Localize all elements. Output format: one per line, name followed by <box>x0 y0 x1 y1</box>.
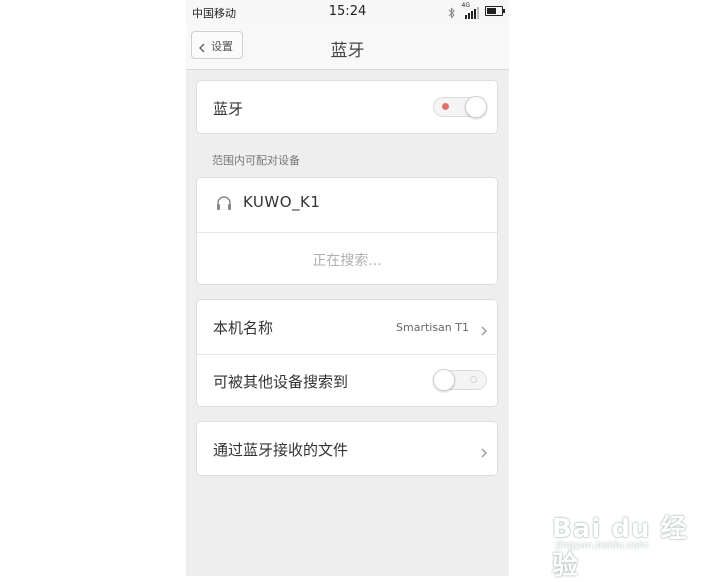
pairable-devices-card: KUWO_K1 正在搜索... <box>196 177 498 285</box>
device-name-label: 本机名称 <box>213 319 274 337</box>
device-settings-card: 本机名称 Smartisan T1 可被其他设备搜索到 <box>196 299 498 407</box>
discoverable-label: 可被其他设备搜索到 <box>213 373 349 391</box>
status-bar: 中国移动 15:24 4G <box>186 0 509 24</box>
bluetooth-toggle[interactable] <box>433 96 487 118</box>
received-files-card: 通过蓝牙接收的文件 <box>196 421 498 476</box>
watermark-url: jingyan.baidu.com <box>556 540 649 551</box>
toggle-off-indicator <box>470 376 477 383</box>
baidu-watermark: Bai du 经验 jingyan.baidu.com <box>552 498 702 581</box>
device-name: KUWO_K1 <box>243 193 321 211</box>
discoverable-row: 可被其他设备搜索到 <box>197 354 497 408</box>
page-title: 蓝牙 <box>330 41 365 61</box>
divider <box>197 232 497 233</box>
received-files-label: 通过蓝牙接收的文件 <box>213 441 349 459</box>
toggle-on-indicator <box>442 103 449 110</box>
device-name-value: Smartisan T1 <box>396 321 469 334</box>
discoverable-toggle[interactable] <box>433 369 487 391</box>
navigation-bar: 设置 蓝牙 <box>186 24 509 70</box>
searching-status: 正在搜索... <box>312 253 382 269</box>
pairable-section-header: 范围内可配对设备 <box>212 154 300 167</box>
chevron-right-icon <box>481 321 488 340</box>
bluetooth-label: 蓝牙 <box>213 100 244 118</box>
chevron-right-icon <box>481 443 488 462</box>
device-name-row[interactable]: 本机名称 Smartisan T1 <box>197 300 497 354</box>
signal-icon <box>465 4 479 23</box>
headphones-icon <box>215 195 233 215</box>
bluetooth-status-icon <box>448 4 456 23</box>
received-files-row[interactable]: 通过蓝牙接收的文件 <box>197 422 497 476</box>
toggle-knob <box>433 369 455 391</box>
device-row-kuwo[interactable]: KUWO_K1 <box>197 178 497 232</box>
phone-screen: 中国移动 15:24 4G 设置 蓝牙 蓝牙 范围内可配对设备 KUWO_K1 … <box>186 0 509 576</box>
toggle-knob <box>465 96 487 118</box>
bluetooth-toggle-card: 蓝牙 <box>196 80 498 134</box>
battery-icon <box>485 6 505 16</box>
